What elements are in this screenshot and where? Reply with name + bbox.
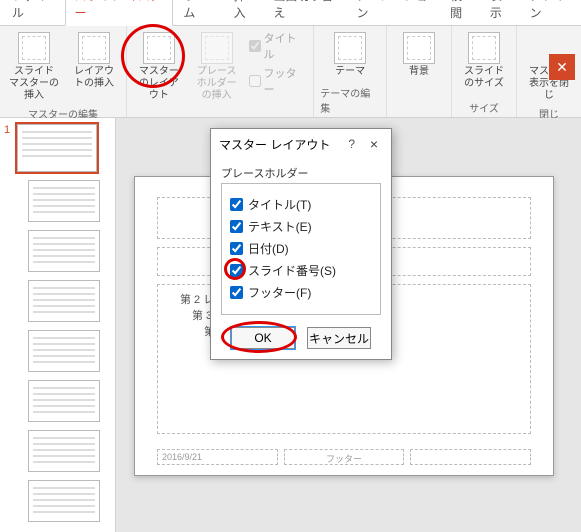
placeholder-icon (201, 32, 233, 64)
thumb-layout-1[interactable] (28, 180, 111, 222)
chk-date[interactable]: 日付(D) (230, 240, 372, 257)
ribbon-group-size: スライドのサイズ サイズ (452, 26, 517, 117)
thumb-layout-3[interactable] (28, 280, 111, 322)
thumb-1[interactable] (17, 124, 97, 172)
tab-review[interactable]: 校閲 (442, 0, 480, 25)
thumb-layout-6[interactable] (28, 430, 111, 472)
background-button[interactable]: 背景 (393, 30, 445, 80)
tab-file[interactable]: ファイル (4, 0, 63, 25)
ribbon-chk-title[interactable]: タイトル (249, 30, 308, 62)
chk-footer[interactable]: フッター(F) (230, 284, 372, 301)
insert-slide-master-button[interactable]: スライド マスターの挿入 (6, 30, 62, 104)
background-label: 背景 (409, 66, 429, 78)
tab-insert[interactable]: 挿入 (226, 0, 264, 25)
slide-size-button[interactable]: スライドのサイズ (458, 30, 510, 92)
slide-master-icon (18, 32, 50, 64)
menu-bar: ファイル スライド マスター ホーム 挿入 画面切り替え アニメーション 校閲 … (0, 0, 581, 26)
ribbon: スライド マスターの挿入 レイアウトの挿入 マスターの編集 マスターのレイアウト… (0, 26, 581, 118)
insert-layout-label: レイアウトの挿入 (70, 66, 118, 90)
master-layout-icon (143, 32, 175, 64)
cancel-button[interactable]: キャンセル (307, 327, 371, 349)
footer-placeholder[interactable]: フッター (284, 449, 405, 465)
master-layout-button[interactable]: マスターのレイアウト (133, 30, 185, 104)
layout-icon (78, 32, 110, 64)
chk-slide-number[interactable]: スライド番号(S) (230, 262, 372, 279)
slide-size-icon (468, 32, 500, 64)
chk-text[interactable]: テキスト(E) (230, 218, 372, 235)
ribbon-group-master-edit: スライド マスターの挿入 レイアウトの挿入 マスターの編集 (0, 26, 127, 117)
placeholder-insert-button: プレースホルダーの挿入 (191, 30, 243, 104)
dialog-close-button[interactable]: × (365, 135, 383, 153)
master-layout-dialog: マスター レイアウト ? × プレースホルダー タイトル(T) テキスト(E) … (210, 128, 392, 360)
dialog-titlebar[interactable]: マスター レイアウト ? × (211, 129, 391, 159)
ribbon-title-footer-checks: タイトル フッター (249, 30, 308, 104)
group-label-theme: テーマの編集 (320, 85, 380, 115)
date-placeholder[interactable]: 2016/9/21 (157, 449, 278, 465)
master-layout-label: マスターのレイアウト (135, 66, 183, 102)
thumbnail-panel: 1 (0, 118, 116, 532)
tab-slide-master[interactable]: スライド マスター (65, 0, 173, 26)
thumb-number: 1 (4, 124, 14, 136)
ribbon-group-background: 背景 (387, 26, 452, 117)
slide-number-placeholder[interactable] (410, 449, 531, 465)
dialog-help-button[interactable]: ? (348, 137, 355, 151)
thumb-layout-7[interactable] (28, 480, 111, 522)
dialog-title-text: マスター レイアウト (219, 136, 330, 153)
group-label-size: サイズ (469, 100, 499, 115)
insert-slide-master-label: スライド マスターの挿入 (8, 66, 60, 102)
slide-footer-placeholders: 2016/9/21 フッター (157, 449, 531, 465)
ribbon-group-layout: マスターのレイアウト プレースホルダーの挿入 タイトル フッター (127, 26, 314, 117)
theme-button[interactable]: テーマ (324, 30, 376, 80)
close-master-x-icon[interactable]: ✕ (549, 54, 575, 80)
tab-home[interactable]: ホーム (175, 0, 223, 25)
thumb-layout-5[interactable] (28, 380, 111, 422)
tab-addin[interactable]: アドイン (522, 0, 581, 25)
ok-button[interactable]: OK (231, 327, 295, 349)
slide-size-label: スライドのサイズ (460, 66, 508, 90)
tab-transition[interactable]: 画面切り替え (265, 0, 346, 25)
thumb-master[interactable]: 1 (4, 124, 111, 172)
tab-view[interactable]: 表示 (482, 0, 520, 25)
ribbon-chk-footer[interactable]: フッター (249, 65, 308, 97)
thumb-layout-2[interactable] (28, 230, 111, 272)
background-icon (403, 32, 435, 64)
theme-label: テーマ (335, 66, 365, 78)
ribbon-group-theme: テーマ テーマの編集 (314, 26, 387, 117)
placeholder-group-label: プレースホルダー (221, 165, 381, 181)
tab-animation[interactable]: アニメーション (349, 0, 441, 25)
placeholder-insert-label: プレースホルダーの挿入 (193, 66, 241, 102)
chk-title[interactable]: タイトル(T) (230, 196, 372, 213)
insert-layout-button[interactable]: レイアウトの挿入 (68, 30, 120, 104)
theme-icon (334, 32, 366, 64)
placeholder-group: タイトル(T) テキスト(E) 日付(D) スライド番号(S) フッター(F) (221, 183, 381, 315)
thumb-layout-4[interactable] (28, 330, 111, 372)
